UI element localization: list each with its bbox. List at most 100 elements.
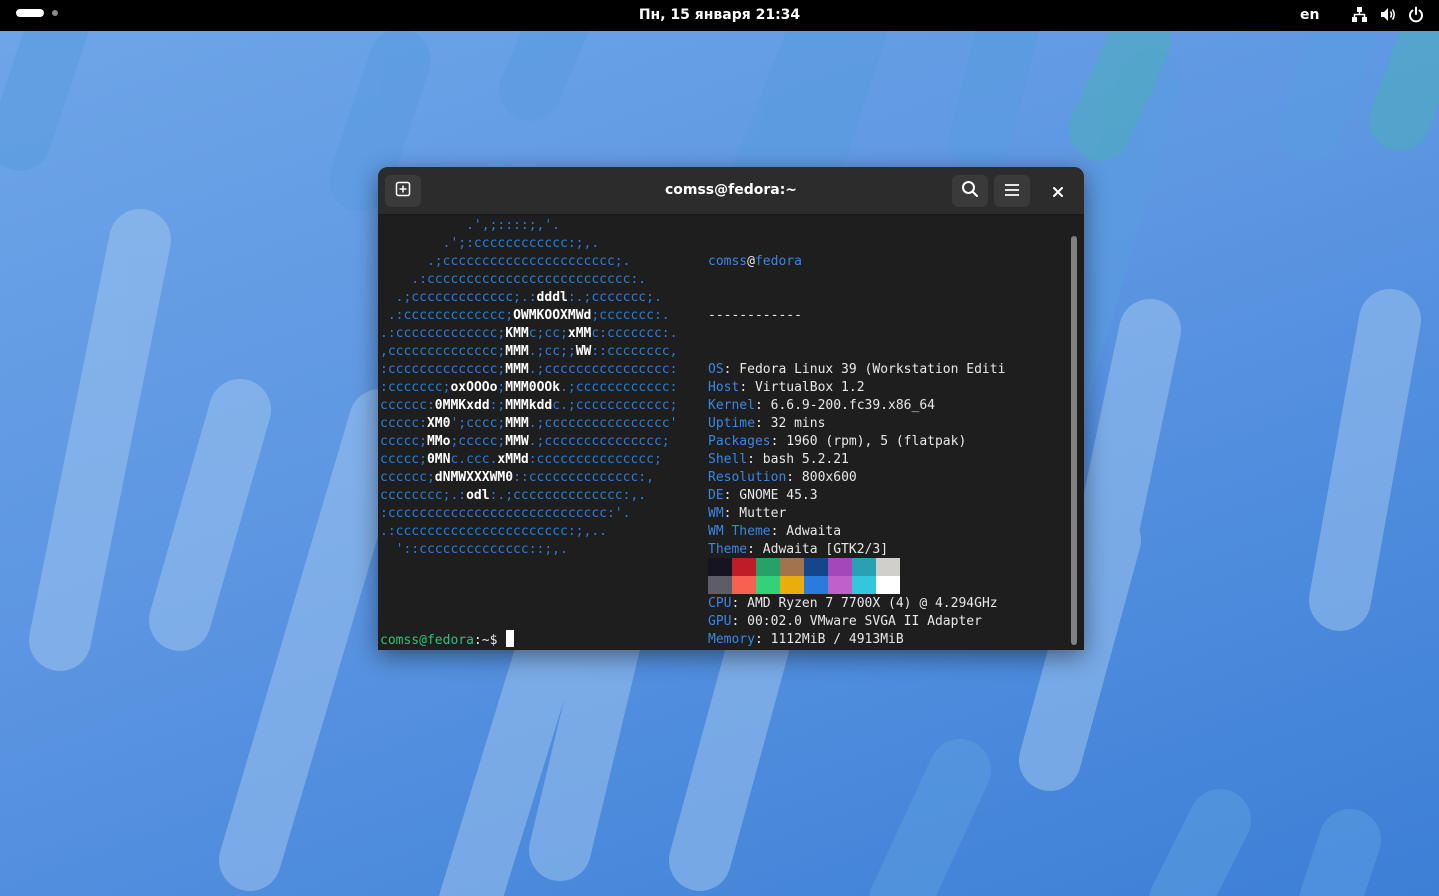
logo-line: ccccc;0MNc.ccc.xMMd:ccccccccccccccc; xyxy=(380,452,662,467)
info-row: WM Theme: Adwaita xyxy=(708,523,1005,541)
info-key: DE xyxy=(708,488,724,503)
logo-line: '::cccccccccccccc::;,. xyxy=(380,542,568,557)
logo-line: :ccccccc;oxOOOo;MMM0OOk.;cccccccccccc: xyxy=(380,380,678,395)
power-icon[interactable] xyxy=(1408,6,1424,23)
search-button[interactable] xyxy=(952,175,988,207)
info-host: fedora xyxy=(754,254,802,269)
color-swatch xyxy=(756,558,780,576)
user-host-line: comss@fedora xyxy=(708,253,1005,271)
logo-line: cccccc;dNMWXXXWM0::cccccccccccccc:, xyxy=(380,470,654,485)
color-swatch xyxy=(804,558,828,576)
info-value: : 1960 (rpm), 5 (flatpak) xyxy=(770,434,967,449)
logo-line: .:cccccccccccccccccccccc:;,.. xyxy=(380,524,607,539)
info-key: Packages xyxy=(708,434,771,449)
info-key: Host xyxy=(708,380,740,395)
info-value: : bash 5.2.21 xyxy=(747,452,849,467)
info-row: Memory: 1112MiB / 4913MiB xyxy=(708,631,1005,649)
color-palette xyxy=(708,558,900,594)
logo-line: .;ccccccccccccc;.:dddl:.;ccccccc;. xyxy=(380,290,662,305)
clock[interactable]: Пн, 15 января 21:34 xyxy=(0,7,1439,23)
info-value: : Mutter xyxy=(723,506,787,521)
volume-icon[interactable] xyxy=(1379,6,1397,23)
info-row: Host: VirtualBox 1.2 xyxy=(708,379,1005,397)
logo-line: :cccccccccccccccccccccccccccc:'. xyxy=(380,506,631,521)
logo-line: .';:cccccccccccc:;,. xyxy=(380,236,600,251)
color-swatch xyxy=(732,576,756,594)
terminal-window[interactable]: comss@fedora:~ .',;::::;,'. .';:cccccccc… xyxy=(378,167,1084,650)
color-swatch xyxy=(780,558,804,576)
info-value: : 32 mins xyxy=(754,416,826,431)
text-cursor xyxy=(506,630,515,647)
color-swatch xyxy=(732,558,756,576)
info-row: Shell: bash 5.2.21 xyxy=(708,451,1005,469)
info-key: Theme xyxy=(708,542,748,557)
info-key: Kernel xyxy=(708,398,755,413)
color-swatch xyxy=(852,558,876,576)
info-value: : 800x600 xyxy=(786,470,857,485)
logo-line: .:ccccccccccccc;OWMKOOXMWd;ccccccc:. xyxy=(380,308,670,323)
system-tray[interactable] xyxy=(1351,6,1424,23)
info-value: : Fedora Linux 39 (Workstation Editi xyxy=(723,362,1006,377)
color-swatch xyxy=(780,576,804,594)
info-separator: ------------ xyxy=(708,308,802,323)
info-key: Shell xyxy=(708,452,748,467)
keyboard-layout-indicator[interactable]: en xyxy=(1300,7,1319,23)
info-value: : AMD Ryzen 7 7700X (4) @ 4.294GHz xyxy=(731,596,998,611)
info-key: OS xyxy=(708,362,724,377)
fedora-ascii-logo: .',;::::;,'. .';:cccccccccccc:;,. .;cccc… xyxy=(380,217,677,559)
info-row: Theme: Adwaita [GTK2/3] xyxy=(708,541,1005,559)
logo-line: ccccc;MMo;ccccc;MMW.;ccccccccccccccc; xyxy=(380,434,670,449)
color-swatch xyxy=(876,576,900,594)
info-at: @ xyxy=(747,254,755,269)
logo-line: .;cccccccccccccccccccccc;. xyxy=(380,254,631,269)
close-button[interactable] xyxy=(1048,181,1068,201)
shell-prompt[interactable]: comss@fedora:~$ xyxy=(380,630,515,650)
info-value: : Adwaita xyxy=(770,524,842,539)
search-icon xyxy=(961,180,979,202)
info-key: Memory xyxy=(708,632,755,647)
logo-line: .:ccccccccccccc;KMMc;cc;xMMc:ccccccc:. xyxy=(380,326,678,341)
logo-line: :cccccccccccccc;MMM.;cccccccccccccccc: xyxy=(380,362,678,377)
logo-line: .:cccccccccccccccccccccccccc:. xyxy=(380,272,647,287)
color-swatch xyxy=(756,576,780,594)
close-icon xyxy=(1053,182,1063,201)
info-row: WM: Mutter xyxy=(708,505,1005,523)
network-icon[interactable] xyxy=(1351,6,1368,23)
color-swatch xyxy=(876,558,900,576)
info-value: : 6.6.9-200.fc39.x86_64 xyxy=(754,398,935,413)
color-swatch xyxy=(828,576,852,594)
color-swatch xyxy=(828,558,852,576)
info-value: : 00:02.0 VMware SVGA II Adapter xyxy=(731,614,982,629)
info-rows: OS: Fedora Linux 39 (Workstation Editi Ho… xyxy=(708,361,1005,649)
terminal-scrollbar[interactable] xyxy=(1071,236,1077,645)
info-row: CPU: AMD Ryzen 7 7700X (4) @ 4.294GHz xyxy=(708,595,1005,613)
info-key: CPU xyxy=(708,596,732,611)
info-key: WM Theme xyxy=(708,524,771,539)
color-swatch xyxy=(708,558,732,576)
info-row: Resolution: 800x600 xyxy=(708,469,1005,487)
hamburger-menu-icon xyxy=(1004,182,1020,201)
info-row: Kernel: 6.6.9-200.fc39.x86_64 xyxy=(708,397,1005,415)
terminal-headerbar[interactable]: comss@fedora:~ xyxy=(378,167,1084,215)
info-value: : GNOME 45.3 xyxy=(723,488,818,503)
logo-line: cccccc:0MMKxdd:;MMMkddc.;cccccccccccc; xyxy=(380,398,678,413)
info-user: comss xyxy=(708,254,748,269)
info-row: Packages: 1960 (rpm), 5 (flatpak) xyxy=(708,433,1005,451)
main-menu-button[interactable] xyxy=(994,175,1030,207)
logo-line: cccccccc;.:odl:.;cccccccccccccc:,. xyxy=(380,488,647,503)
logo-line: ,cccccccccccccc;MMM.;cc;;WW::cccccccc, xyxy=(380,344,678,359)
color-swatch xyxy=(852,576,876,594)
info-value: : VirtualBox 1.2 xyxy=(739,380,865,395)
info-value: : Adwaita [GTK2/3] xyxy=(747,542,889,557)
prompt-path: :~$ xyxy=(473,633,506,648)
prompt-user-host: comss@fedora xyxy=(380,633,474,648)
color-swatch xyxy=(708,576,732,594)
logo-line: ccccc:XM0';cccc;MMM.;cccccccccccccccc' xyxy=(380,416,678,431)
info-value: : 1112MiB / 4913MiB xyxy=(754,632,904,647)
info-key: GPU xyxy=(708,614,732,629)
logo-line: .',;::::;,'. xyxy=(380,218,561,233)
info-row: OS: Fedora Linux 39 (Workstation Editi xyxy=(708,361,1005,379)
info-key: WM xyxy=(708,506,724,521)
info-row: Uptime: 32 mins xyxy=(708,415,1005,433)
top-bar: Пн, 15 января 21:34 en xyxy=(0,0,1439,31)
